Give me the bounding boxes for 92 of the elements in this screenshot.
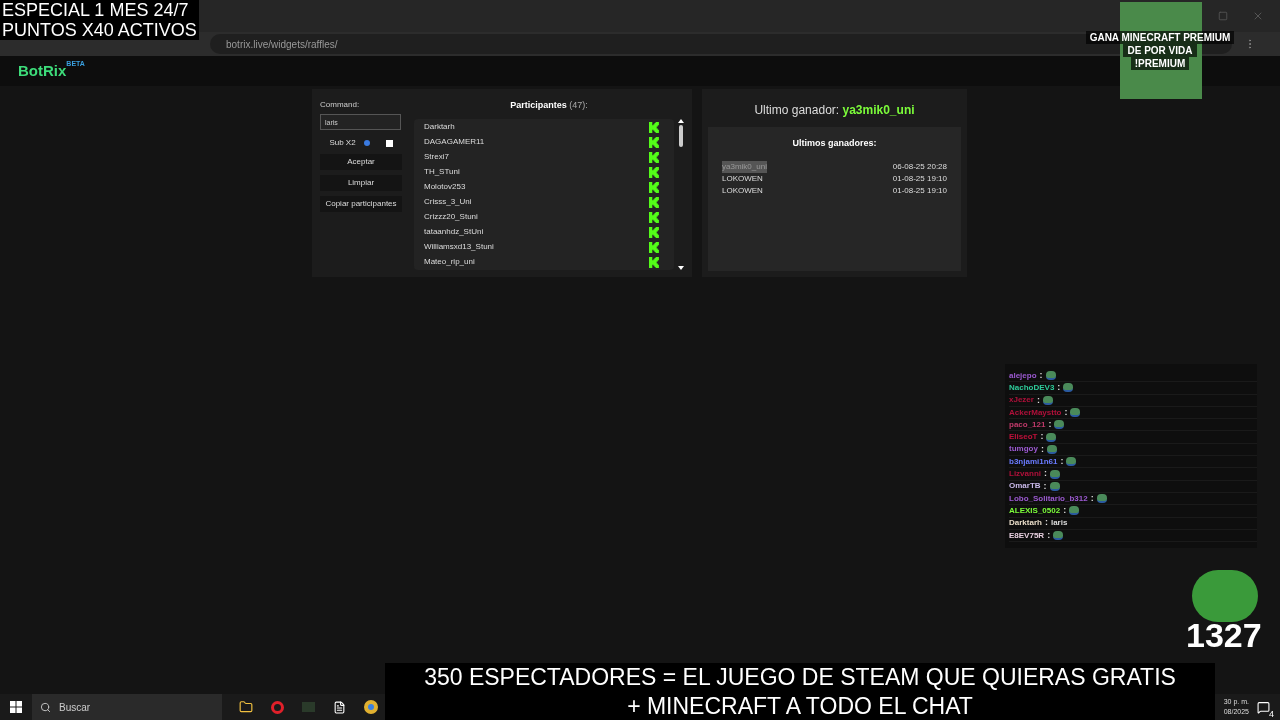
chat-message: laris	[1050, 517, 1068, 530]
file-icon[interactable]	[333, 700, 346, 714]
winners-title: Ultimos ganadores:	[791, 137, 878, 150]
chat-separator: :	[1044, 467, 1047, 481]
winner-name: LOKOWEN	[722, 172, 763, 185]
windows-start-icon[interactable]	[10, 701, 22, 713]
sub-x2-checkbox[interactable]	[385, 139, 393, 147]
scroll-up-icon[interactable]	[678, 118, 684, 123]
participant-name: Darktarh	[424, 121, 455, 133]
kick-logo-icon	[649, 166, 660, 178]
participant-name: Crisss_3_Uni	[424, 196, 472, 208]
frog-emote-icon	[1049, 481, 1060, 491]
chat-separator: :	[1048, 418, 1052, 432]
chat-separator: :	[1043, 479, 1047, 493]
participant-name: Molotov253	[424, 181, 466, 193]
botrix-logo[interactable]: BotRix	[18, 59, 67, 83]
chat-username[interactable]: Lobo_Solitario_b312	[1009, 492, 1088, 505]
chat-username[interactable]: alejepo	[1009, 369, 1037, 382]
action-button[interactable]: Aceptar	[320, 154, 402, 170]
chat-username[interactable]: E8EV75R	[1009, 529, 1045, 542]
kick-logo-icon	[649, 256, 660, 268]
chat-separator: :	[1039, 368, 1043, 382]
overlay-text: ESPECIAL 1 MES 24/7	[2, 0, 190, 20]
chat-separator: :	[1063, 504, 1067, 518]
frog-emote-icon	[1096, 494, 1107, 504]
chat-username[interactable]: NachoDEV3	[1009, 381, 1055, 394]
frog-emote-icon	[1042, 395, 1053, 405]
chat-separator: :	[1047, 528, 1051, 542]
chat-separator: :	[1040, 430, 1044, 444]
kick-logo-icon	[649, 211, 660, 223]
search-icon	[40, 701, 51, 713]
scrollbar[interactable]	[678, 118, 684, 270]
participant-name: Strexi7	[424, 151, 449, 163]
notification-icon[interactable]	[1257, 700, 1270, 714]
kick-logo-icon	[649, 241, 660, 253]
notification-count: 4	[1269, 709, 1274, 719]
frog-emote-icon	[1066, 457, 1077, 467]
frog-emote-icon	[1050, 469, 1060, 479]
kick-logo-icon	[649, 151, 660, 163]
overlay-text: DE POR VIDA	[1123, 44, 1197, 57]
frog-emote-icon	[1046, 432, 1057, 442]
caption-text: 350 ESPECTADORES = EL JUEGO DE STEAM QUE QUIERAS GRATIS	[423, 663, 1177, 692]
chat-separator: :	[1036, 393, 1040, 407]
command-label: Command:	[320, 99, 361, 111]
overlay-text: !PREMIUM	[1130, 57, 1190, 70]
sub-x2-label: Sub X2	[329, 137, 356, 149]
frog-emote-icon	[1046, 444, 1057, 454]
action-button[interactable]: Limpiar	[320, 175, 402, 191]
frog-emote-icon	[1070, 408, 1081, 418]
kick-logo-icon	[649, 181, 660, 193]
info-icon	[363, 140, 370, 146]
chat-username[interactable]: OmarTB	[1009, 480, 1041, 493]
frog-emote-icon	[1063, 383, 1074, 393]
chat-separator: :	[1064, 405, 1068, 419]
participant-name: Crizzz20_Stuni	[424, 211, 478, 223]
scroll-down-icon[interactable]	[678, 265, 684, 270]
chat-separator: :	[1044, 516, 1048, 530]
participant-name: Mateo_rip_uni	[424, 256, 475, 268]
caption-text: + MINECRAFT A TODO EL CHAT	[626, 692, 974, 720]
chat-separator: :	[1090, 491, 1094, 505]
chat-separator: :	[1060, 455, 1064, 468]
kick-logo-icon	[649, 136, 660, 148]
counter-text: 1327	[1186, 618, 1262, 652]
action-button[interactable]: Copiar participantes	[320, 196, 402, 212]
last-winner-text: Ultimo ganador: ya3mik0_uni	[753, 102, 916, 119]
winner-date: 01-08-25 19:10	[892, 184, 947, 197]
chat-username[interactable]: ALEXIS_0502	[1009, 504, 1061, 517]
participant-name: tataanhdz_StUni	[424, 226, 484, 238]
participant-name: Williamsxd13_Stuni	[424, 241, 494, 253]
folder-icon[interactable]	[239, 700, 253, 714]
chat-separator: :	[1057, 381, 1061, 395]
participant-name: TH_STuni	[424, 166, 460, 178]
frog-emote-icon	[1045, 371, 1056, 381]
frog-emote-icon	[1053, 531, 1064, 540]
participants-title: Participantes (47):	[510, 99, 588, 112]
frog-emote-icon	[1054, 420, 1065, 430]
overlay-text: GANA MINECRAFT PREMIUM	[1085, 31, 1235, 44]
kick-logo-icon	[649, 226, 660, 238]
chat-username[interactable]: b3njami1n61	[1009, 455, 1058, 468]
kick-logo-icon	[649, 121, 660, 133]
chat-username[interactable]: Darktarh	[1009, 517, 1042, 530]
chat-separator: :	[1040, 442, 1044, 456]
kick-logo-icon	[649, 196, 660, 208]
frog-emote-icon	[1069, 506, 1080, 516]
overlay-text: PUNTOS X40 ACTIVOS	[2, 20, 197, 40]
participant-name: DAGAGAMER11	[424, 136, 485, 148]
taskbar-search-field[interactable]: Buscar	[32, 694, 222, 720]
chat-username[interactable]: tumgoy	[1009, 443, 1038, 456]
winner-date: 01-08-25 19:10	[892, 172, 947, 185]
winner-name: LOKOWEN	[722, 184, 763, 197]
chat-username[interactable]: paco_121	[1009, 418, 1046, 431]
winner-date: 06-08-25 20:28	[892, 160, 947, 173]
